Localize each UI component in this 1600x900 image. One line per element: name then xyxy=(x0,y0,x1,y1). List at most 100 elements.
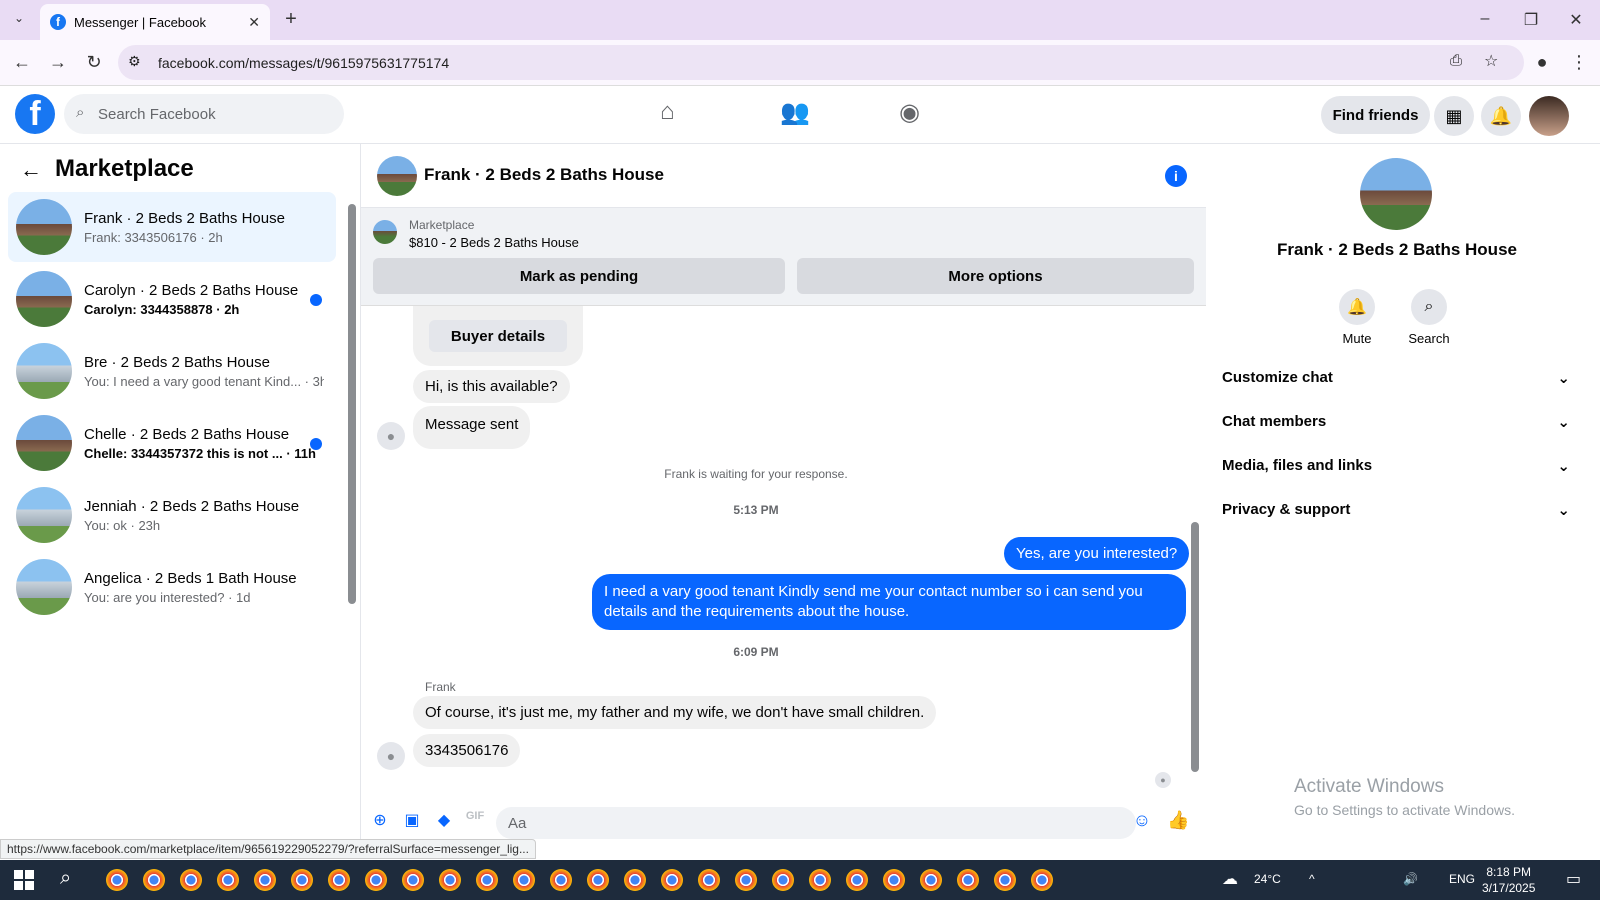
notifications-bell-icon[interactable]: 🔔 xyxy=(1481,96,1521,136)
gif-icon[interactable]: GIF xyxy=(464,810,486,832)
listing-thumbnail[interactable] xyxy=(373,220,397,244)
taskbar-app-icon[interactable] xyxy=(254,869,276,891)
taskbar-search-icon[interactable]: ⌕ xyxy=(60,867,71,890)
my-message-bubble[interactable]: I need a vary good tenant Kindly send me… xyxy=(592,574,1186,630)
chat-title[interactable]: Frank · 2 Beds 2 Baths House xyxy=(424,165,664,185)
facebook-header: f ⌕ Search Facebook ⌂ 👥 ◉ Find friends ▦… xyxy=(0,86,1600,144)
activate-windows-watermark: Activate Windows Go to Settings to activ… xyxy=(1294,776,1515,818)
emoji-icon[interactable]: ☺ xyxy=(1131,810,1153,832)
message-input[interactable]: Aa xyxy=(496,807,1136,839)
conversation-item[interactable]: Bre · 2 Beds 2 Baths House You: I need a … xyxy=(8,336,336,406)
conversation-item[interactable]: Jenniah · 2 Beds 2 Baths House You: ok · … xyxy=(8,480,336,550)
taskbar-app-icon[interactable] xyxy=(476,869,498,891)
section-privacy-support[interactable]: Privacy & support ⌄ xyxy=(1222,501,1570,519)
minimize-icon[interactable]: – xyxy=(1475,10,1495,28)
browser-menu-icon[interactable]: ⋮ xyxy=(1568,52,1590,73)
volume-icon[interactable]: 🔊 xyxy=(1403,872,1418,886)
taskbar-app-icon[interactable] xyxy=(735,869,757,891)
taskbar-clock[interactable]: 8:18 PM 3/17/2025 xyxy=(1482,864,1535,896)
browser-tab[interactable]: f Messenger | Facebook ✕ xyxy=(40,4,270,40)
section-media-files[interactable]: Media, files and links ⌄ xyxy=(1222,457,1570,475)
message-bubble[interactable]: 3343506176 xyxy=(413,734,521,767)
conversation-item[interactable]: Angelica · 2 Beds 1 Bath House You: are y… xyxy=(8,552,336,622)
language-indicator[interactable]: ENG xyxy=(1449,872,1475,886)
taskbar-app-icon[interactable] xyxy=(180,869,202,891)
photo-icon[interactable]: ▣ xyxy=(401,810,423,832)
taskbar-app-icon[interactable] xyxy=(439,869,461,891)
message-bubble[interactable]: Of course, it's just me, my father and m… xyxy=(413,696,937,729)
left-scrollbar[interactable] xyxy=(348,204,356,604)
info-icon[interactable]: i xyxy=(1165,165,1187,187)
chat-avatar[interactable] xyxy=(377,156,417,196)
taskbar-app-icon[interactable] xyxy=(698,869,720,891)
reload-icon[interactable]: ↻ xyxy=(83,52,105,73)
address-bar[interactable]: ⚙ facebook.com/messages/t/96159756317751… xyxy=(118,45,1524,80)
message-bubble[interactable]: Hi, is this available? xyxy=(413,370,570,403)
taskbar-app-icon[interactable] xyxy=(1031,869,1053,891)
taskbar-app-icon[interactable] xyxy=(143,869,165,891)
taskbar-app-icon[interactable] xyxy=(809,869,831,891)
taskbar-app-icon[interactable] xyxy=(550,869,572,891)
weather-icon[interactable]: ☁ xyxy=(1222,869,1238,889)
install-app-icon[interactable]: ⎙ xyxy=(1450,52,1462,69)
tab-list-icon[interactable]: ⌄ xyxy=(9,11,29,25)
profile-icon[interactable]: ● xyxy=(1531,52,1553,73)
close-tab-icon[interactable]: ✕ xyxy=(248,14,260,31)
find-friends-button[interactable]: Find friends xyxy=(1321,96,1430,134)
section-chat-members[interactable]: Chat members ⌄ xyxy=(1222,413,1570,431)
mute-button[interactable]: 🔔 Mute xyxy=(1327,289,1387,346)
taskbar-app-icon[interactable] xyxy=(328,869,350,891)
taskbar-app-icon[interactable] xyxy=(217,869,239,891)
conversation-item[interactable]: Carolyn · 2 Beds 2 Baths House Carolyn: 3… xyxy=(8,264,336,334)
facebook-logo-icon[interactable]: f xyxy=(15,94,55,134)
taskbar-app-icon[interactable] xyxy=(513,869,535,891)
user-avatar[interactable] xyxy=(1529,96,1569,136)
buyer-details-button[interactable]: Buyer details xyxy=(429,320,567,352)
notifications-icon[interactable]: ▭ xyxy=(1566,869,1581,889)
taskbar-app-icon[interactable] xyxy=(291,869,313,891)
taskbar-app-icon[interactable] xyxy=(402,869,424,891)
search-chat-button[interactable]: ⌕ Search xyxy=(1399,289,1459,346)
taskbar-app-icon[interactable] xyxy=(365,869,387,891)
home-icon[interactable]: ⌂ xyxy=(660,98,675,126)
site-info-icon[interactable]: ⚙ xyxy=(128,53,141,70)
taskbar-app-icon[interactable] xyxy=(920,869,942,891)
taskbar-app-icon[interactable] xyxy=(846,869,868,891)
tray-chevron-icon[interactable]: ^ xyxy=(1309,872,1315,886)
conversation-item[interactable]: Chelle · 2 Beds 2 Baths House Chelle: 334… xyxy=(8,408,336,478)
facebook-search-input[interactable]: ⌕ Search Facebook xyxy=(64,94,344,134)
chrome-icon[interactable] xyxy=(106,869,128,891)
taskbar-app-icon[interactable] xyxy=(994,869,1016,891)
restore-icon[interactable]: ❐ xyxy=(1521,10,1541,30)
message-list: Buyer details Hi, is this available? Mes… xyxy=(361,306,1206,802)
taskbar-app-icon[interactable] xyxy=(661,869,683,891)
taskbar-app-icon[interactable] xyxy=(624,869,646,891)
plus-icon[interactable]: ⊕ xyxy=(369,810,391,832)
section-customize-chat[interactable]: Customize chat ⌄ xyxy=(1222,369,1570,387)
menu-grid-icon[interactable]: ▦ xyxy=(1434,96,1474,136)
my-message-bubble[interactable]: Yes, are you interested? xyxy=(1004,537,1190,570)
like-thumb-icon[interactable]: 👍 xyxy=(1167,810,1189,832)
sticker-icon[interactable]: ◆ xyxy=(433,810,455,832)
friends-icon[interactable]: 👥 xyxy=(780,98,810,127)
close-window-icon[interactable]: ✕ xyxy=(1566,10,1586,30)
chat-scrollbar[interactable] xyxy=(1191,522,1199,772)
more-options-button[interactable]: More options xyxy=(797,258,1194,294)
taskbar-app-icon[interactable] xyxy=(883,869,905,891)
back-arrow-icon[interactable]: ← xyxy=(20,157,42,183)
taskbar-app-icon[interactable] xyxy=(772,869,794,891)
new-tab-icon[interactable]: + xyxy=(281,8,301,31)
back-icon[interactable]: ← xyxy=(11,52,33,73)
contact-avatar[interactable] xyxy=(1360,158,1432,230)
conversation-item[interactable]: Frank · 2 Beds 2 Baths House Frank: 33435… xyxy=(8,192,336,262)
start-button[interactable] xyxy=(14,870,34,890)
message-bubble[interactable]: Message sent xyxy=(413,406,531,449)
bookmark-star-icon[interactable]: ☆ xyxy=(1484,51,1498,71)
groups-icon[interactable]: ◉ xyxy=(899,98,920,127)
mark-as-pending-button[interactable]: Mark as pending xyxy=(373,258,785,294)
forward-icon[interactable]: → xyxy=(47,52,69,73)
taskbar-app-icon[interactable] xyxy=(957,869,979,891)
temperature[interactable]: 24°C xyxy=(1254,872,1281,886)
listing-price[interactable]: $810 - 2 Beds 2 Baths House xyxy=(409,235,579,250)
taskbar-app-icon[interactable] xyxy=(587,869,609,891)
